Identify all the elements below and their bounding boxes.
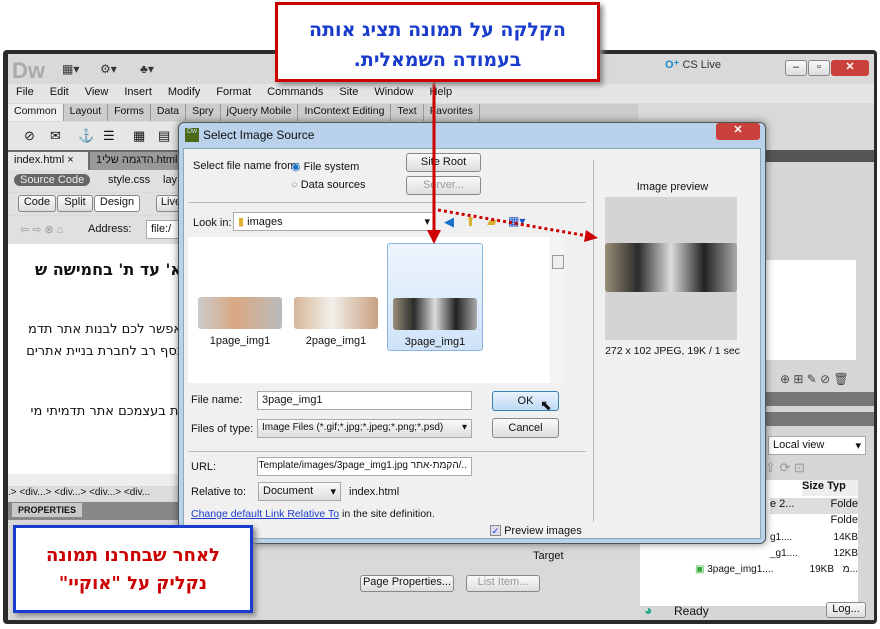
arrowhead bbox=[584, 230, 598, 242]
callout-bottom: לאחר שבחרנו תמונה נקליק על "אוקיי" bbox=[13, 525, 253, 613]
callout-text: הקלקה על תמונה תציג אותה bbox=[309, 19, 566, 41]
callout-text: בעמודה השמאלית. bbox=[353, 49, 522, 71]
callout-top: הקלקה על תמונה תציג אותה בעמודה השמאלית. bbox=[275, 2, 600, 82]
callout-text: לאחר שבחרנו תמונה bbox=[46, 545, 220, 566]
callout-text: נקליק על "אוקיי" bbox=[58, 573, 208, 594]
dotted-arrow-to-preview bbox=[437, 208, 589, 238]
arrowhead bbox=[427, 230, 441, 244]
